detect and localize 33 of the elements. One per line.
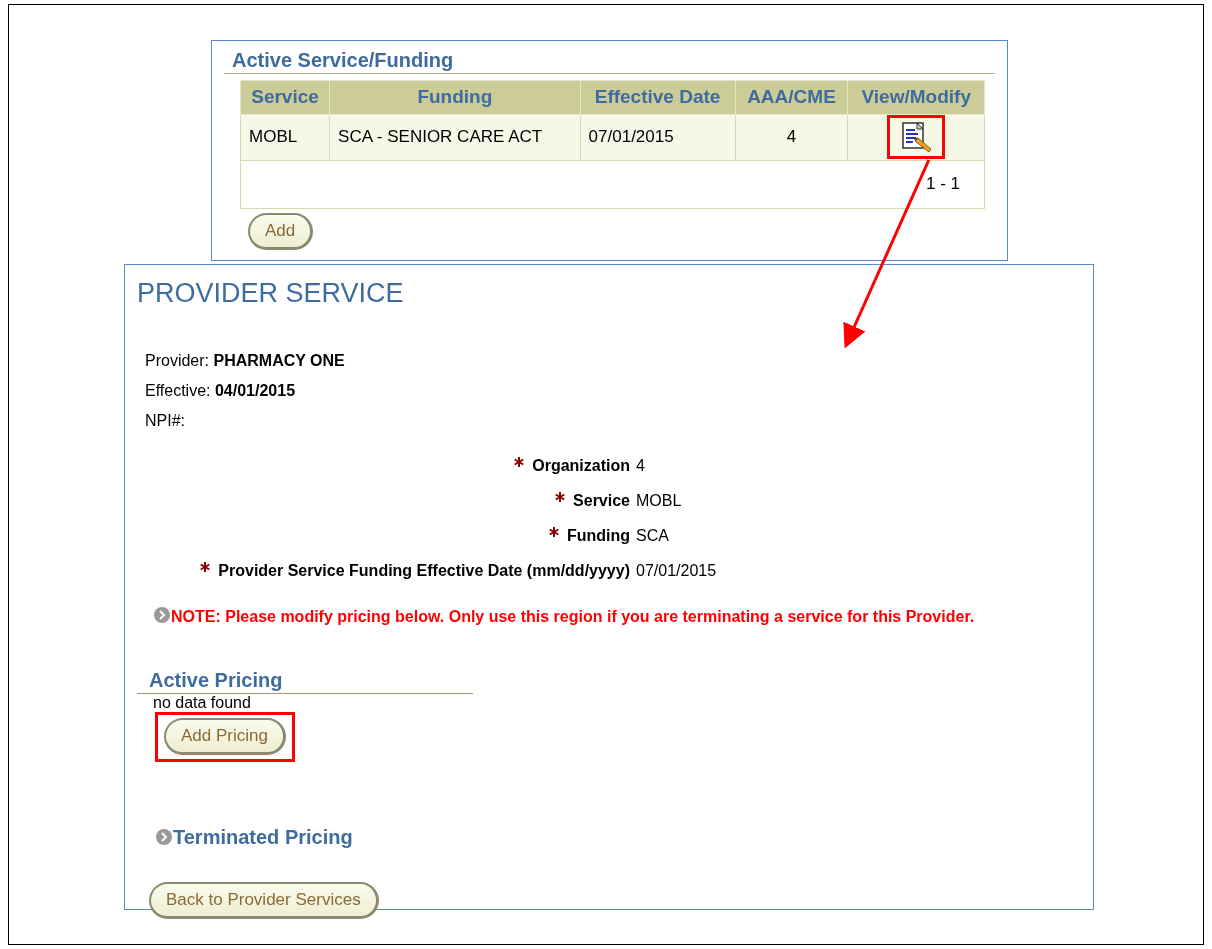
column-header: AAA/CME [735,80,848,114]
column-header: Funding [329,80,581,114]
info-text: Effective: 04/01/2015 [145,381,296,399]
add-button[interactable]: Add [248,212,314,250]
column-header: Effective Date [580,80,735,114]
field-value: MOBL [636,491,682,509]
column-header: View/Modify [847,80,985,114]
field-label: Funding [566,526,630,544]
table-cell: MOBL [240,114,330,160]
info-text: Provider: PHARMACY ONE [145,351,345,369]
edit-document-icon[interactable] [899,121,934,153]
back-button[interactable]: Back to Provider Services [149,881,379,919]
field-label: Provider Service Funding Effective Date (mm/dd/yyyy) [218,561,630,579]
table-cell: 4 [735,114,848,160]
table-cell: SCA - SENIOR CARE ACT [329,114,581,160]
section-title: Active Service/Funding [224,47,995,74]
column-header: Service [240,80,330,114]
field-label: Service [573,491,630,509]
table-cell: 07/01/2015 [580,114,735,160]
pagination-text: 1 - 1 [925,174,960,194]
info-text: NPI#: [145,411,185,429]
expand-icon[interactable] [155,827,173,846]
expand-icon[interactable] [153,605,171,624]
field-value: 07/01/2015 [636,561,717,579]
empty-message: no data found [153,693,251,711]
page-title: PROVIDER SERVICE [137,277,405,310]
field-value: 4 [636,456,645,474]
field-label: Organization [532,456,630,474]
note-text: NOTE: Please modify pricing below. Only use this region if you are terminating a service for this Provider. [171,607,975,625]
section-title: Terminated Pricing [173,825,353,848]
field-value: SCA [636,526,669,544]
add-pricing-button[interactable]: Add Pricing [164,717,286,755]
section-title: Active Pricing [137,666,473,694]
